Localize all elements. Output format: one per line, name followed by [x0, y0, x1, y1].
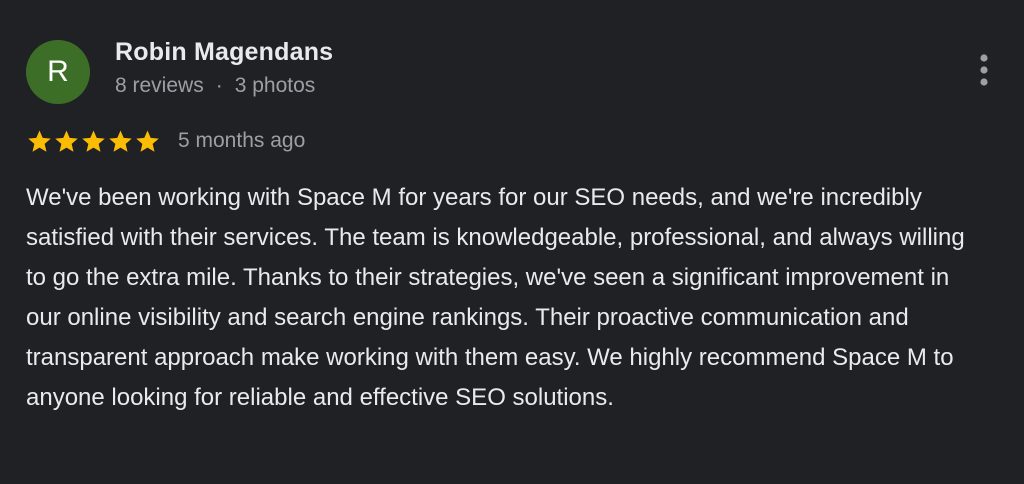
meta-separator: ·	[215, 74, 223, 97]
star-icon	[28, 129, 51, 152]
more-vert-icon	[980, 54, 988, 86]
review-card: R Robin Magendans 8 reviews · 3 photos 5…	[0, 0, 1024, 484]
star-icon	[55, 129, 78, 152]
avatar-initial: R	[47, 55, 69, 88]
star-icon	[136, 129, 159, 152]
star-icon	[82, 129, 105, 152]
rating-row: 5 months ago	[26, 124, 305, 158]
photo-count: 3 photos	[234, 74, 316, 97]
more-options-button[interactable]	[968, 48, 1000, 92]
author-meta: 8 reviews · 3 photos	[115, 74, 315, 98]
avatar[interactable]: R	[26, 40, 90, 104]
star-rating	[26, 128, 161, 155]
review-date: 5 months ago	[178, 129, 306, 152]
star-icon	[109, 129, 132, 152]
review-text: We've been working with Space M for year…	[26, 184, 965, 411]
author-name[interactable]: Robin Magendans	[115, 38, 333, 67]
review-count: 8 reviews	[115, 74, 204, 97]
